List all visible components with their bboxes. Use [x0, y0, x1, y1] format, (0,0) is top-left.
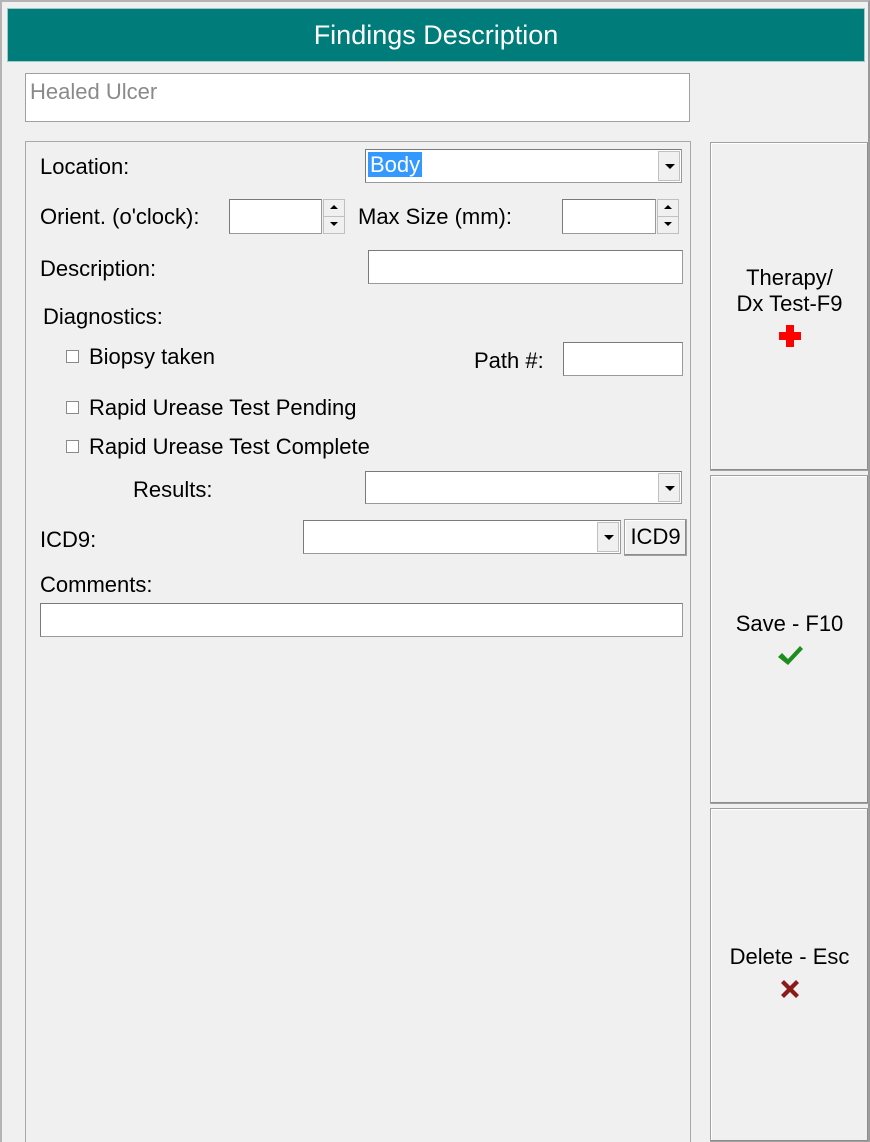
biopsy-label[interactable]: Biopsy taken: [89, 344, 215, 370]
window-title: Findings Description: [7, 8, 865, 62]
results-select[interactable]: [365, 471, 682, 504]
save-button[interactable]: Save - F10: [710, 475, 869, 804]
comments-label: Comments:: [40, 572, 153, 597]
icd9-button[interactable]: ICD9: [624, 519, 687, 556]
maxsize-input[interactable]: [562, 199, 656, 234]
maxsize-label: Max Size (mm):: [358, 204, 512, 229]
chevron-down-icon[interactable]: [658, 151, 680, 181]
results-label: Results:: [133, 477, 213, 502]
spin-up-icon[interactable]: [658, 200, 678, 217]
rut-complete-checkbox[interactable]: [66, 440, 79, 453]
finding-name-field[interactable]: Healed Ulcer: [25, 73, 690, 122]
chevron-down-icon[interactable]: [597, 522, 619, 552]
spin-down-icon[interactable]: [658, 216, 678, 232]
comments-input[interactable]: [40, 603, 683, 637]
description-label: Description:: [40, 256, 157, 281]
orient-input[interactable]: [229, 199, 322, 234]
check-icon: [711, 643, 868, 675]
delete-button[interactable]: Delete - Esc: [710, 808, 869, 1142]
biopsy-checkbox[interactable]: [66, 350, 79, 363]
path-input[interactable]: [563, 342, 683, 376]
therapy-label-line1: Therapy/: [746, 265, 833, 290]
chevron-down-icon[interactable]: [658, 473, 680, 502]
path-label: Path #:: [474, 348, 544, 373]
diagnostics-label: Diagnostics:: [43, 304, 163, 329]
rut-pending-checkbox[interactable]: [66, 401, 79, 414]
therapy-label-line2: Dx Test-F9: [736, 291, 843, 316]
x-icon: [711, 976, 868, 1008]
location-select-value: Body: [368, 152, 423, 177]
orient-spinner[interactable]: [323, 199, 345, 234]
red-cross-icon: [711, 323, 868, 355]
rut-complete-label[interactable]: Rapid Urease Test Complete: [89, 434, 370, 460]
form-panel: [25, 141, 691, 1142]
location-select[interactable]: Body: [365, 149, 682, 183]
location-label: Location:: [40, 154, 130, 179]
spin-down-icon[interactable]: [324, 216, 344, 232]
therapy-dx-test-button[interactable]: Therapy/ Dx Test-F9: [710, 142, 869, 471]
delete-label: Delete - Esc: [729, 944, 850, 969]
orient-label: Orient. (o'clock):: [40, 204, 200, 229]
maxsize-spinner[interactable]: [657, 199, 679, 234]
spin-up-icon[interactable]: [324, 200, 344, 217]
icd9-label: ICD9:: [40, 527, 97, 552]
save-label: Save - F10: [735, 611, 844, 636]
icd9-select[interactable]: [303, 520, 621, 554]
description-input[interactable]: [368, 250, 683, 284]
rut-pending-label[interactable]: Rapid Urease Test Pending: [89, 395, 356, 421]
